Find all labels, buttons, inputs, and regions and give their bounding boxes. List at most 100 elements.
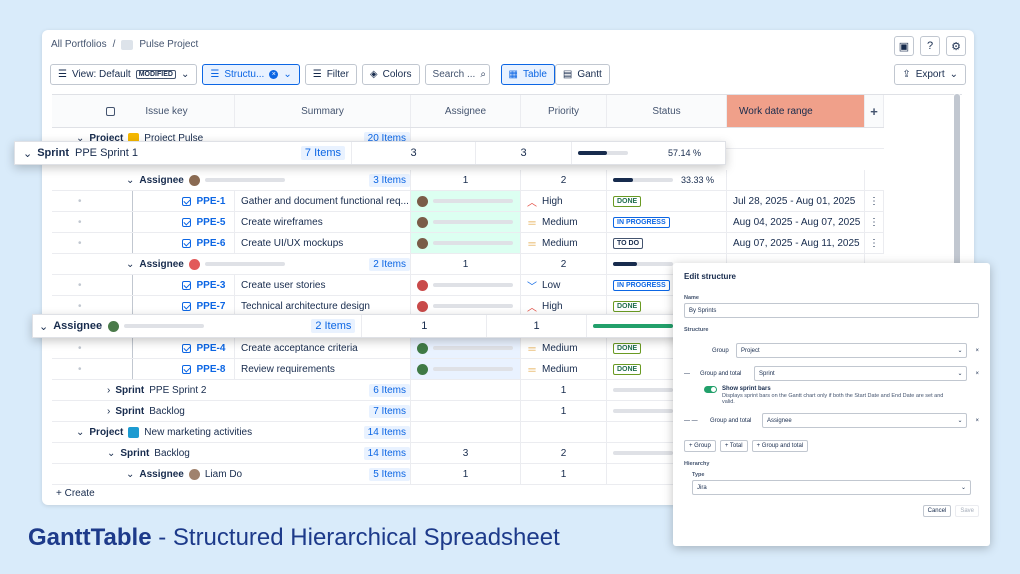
gantt-toggle[interactable]: ▤ Gantt: [554, 64, 610, 85]
column-issue-key[interactable]: Issue key: [145, 106, 187, 117]
issue-key[interactable]: PPE-1: [197, 196, 226, 207]
issue-key[interactable]: PPE-5: [197, 217, 226, 228]
add-group-total-button[interactable]: + Group and total: [751, 440, 809, 452]
table-row[interactable]: • PPE-6 Create UI/UX mockups ＝ Medium TO D…: [52, 233, 884, 254]
chevron-down-icon[interactable]: ⌄: [76, 427, 84, 438]
issue-summary[interactable]: Gather and document functional req...: [235, 191, 411, 211]
name-field[interactable]: By Sprints: [684, 303, 979, 318]
colors-button[interactable]: ◈ Colors: [361, 64, 420, 85]
column-priority[interactable]: Priority: [521, 95, 607, 127]
drag-handle[interactable]: •: [78, 217, 82, 228]
add-column-button[interactable]: +: [865, 95, 884, 127]
search-icon: ⌕: [480, 69, 486, 80]
assignee-total: 3: [352, 142, 476, 164]
issue-key[interactable]: PPE-3: [197, 280, 226, 291]
table-toggle[interactable]: ▦ Table: [500, 64, 555, 85]
add-total-button[interactable]: + Total: [719, 440, 748, 452]
search-input[interactable]: Search ... ⌕: [424, 64, 490, 85]
priority-label[interactable]: High: [542, 301, 563, 312]
add-group-button[interactable]: + Group: [684, 440, 716, 452]
priority-label[interactable]: Low: [542, 280, 560, 291]
priority-label[interactable]: Medium: [542, 217, 578, 228]
chevron-down-icon: ⌄: [180, 69, 190, 80]
row-menu-icon[interactable]: ⋮: [865, 212, 884, 232]
issue-summary[interactable]: Create acceptance criteria: [235, 338, 411, 358]
chevron-down-icon[interactable]: ⌄: [126, 469, 134, 480]
filter-button[interactable]: ☰ Filter: [304, 64, 357, 85]
status-badge[interactable]: DONE: [613, 342, 642, 354]
work-date-range[interactable]: Aug 07, 2025 - Aug 11, 2025: [727, 233, 865, 253]
type-select[interactable]: Jira ⌄: [692, 480, 971, 495]
table-row[interactable]: • PPE-5 Create wireframes ＝ Medium IN PROG…: [52, 212, 884, 233]
issue-summary[interactable]: Review requirements: [235, 359, 411, 379]
gear-icon[interactable]: ⚙: [946, 36, 966, 56]
create-button[interactable]: + Create: [56, 488, 95, 499]
issue-key[interactable]: PPE-6: [197, 238, 226, 249]
remove-icon[interactable]: ×: [975, 348, 979, 354]
chevron-right-icon[interactable]: ›: [107, 406, 110, 417]
drag-handle[interactable]: •: [78, 196, 82, 207]
drag-handle[interactable]: •: [78, 280, 82, 291]
chevron-right-icon[interactable]: ›: [107, 385, 110, 396]
chevron-down-icon[interactable]: ⌄: [126, 259, 134, 270]
drag-handle[interactable]: •: [78, 364, 82, 375]
status-badge[interactable]: DONE: [613, 363, 642, 375]
work-date-range[interactable]: Aug 04, 2025 - Aug 07, 2025: [727, 212, 865, 232]
work-date-range[interactable]: Jul 28, 2025 - Aug 01, 2025: [727, 191, 865, 211]
issue-key[interactable]: PPE-7: [197, 301, 226, 312]
issue-summary[interactable]: Technical architecture design: [235, 296, 411, 316]
structure-dropdown[interactable]: ☰ Structu... × ⌄: [202, 64, 300, 85]
level-select[interactable]: Project ⌄: [736, 343, 968, 358]
select-all-checkbox[interactable]: [106, 106, 116, 116]
priority-label[interactable]: High: [542, 196, 563, 207]
status-badge[interactable]: TO DO: [613, 237, 644, 249]
export-icon: ⇪: [902, 69, 911, 80]
table-row[interactable]: ⌄ Assignee 3 Items 1 2 33.33 %: [52, 170, 884, 191]
column-work-date-range[interactable]: Work date range: [727, 95, 865, 127]
priority-label[interactable]: Medium: [542, 364, 578, 375]
floating-assignee-row[interactable]: ⌄ Assignee 2 Items 1 1: [32, 314, 688, 338]
status-badge[interactable]: IN PROGRESS: [613, 216, 670, 228]
issue-summary[interactable]: Create wireframes: [235, 212, 411, 232]
help-icon[interactable]: ?: [920, 36, 940, 56]
level-select[interactable]: Sprint ⌄: [754, 366, 968, 381]
name-placeholder: [433, 241, 513, 245]
status-badge[interactable]: DONE: [613, 195, 642, 207]
column-status[interactable]: Status: [607, 95, 727, 127]
drag-handle[interactable]: •: [78, 238, 82, 249]
remove-icon[interactable]: ×: [975, 371, 979, 377]
chevron-down-icon[interactable]: ⌄: [23, 147, 32, 160]
screen-icon[interactable]: ▣: [894, 36, 914, 56]
status-badge[interactable]: DONE: [613, 300, 642, 312]
column-summary[interactable]: Summary: [235, 95, 411, 127]
drag-handle[interactable]: •: [78, 343, 82, 354]
save-button[interactable]: Save: [955, 505, 979, 517]
remove-icon[interactable]: ×: [975, 418, 979, 424]
drag-handle[interactable]: •: [78, 301, 82, 312]
chevron-down-icon[interactable]: ⌄: [39, 320, 48, 333]
floating-sprint-row[interactable]: ⌄ Sprint PPE Sprint 1 7 Items 3 3 57.14 %: [14, 141, 726, 165]
breadcrumb-project[interactable]: Pulse Project: [139, 39, 198, 50]
chevron-down-icon[interactable]: ⌄: [126, 175, 134, 186]
issue-summary[interactable]: Create user stories: [235, 275, 411, 295]
column-assignee[interactable]: Assignee: [411, 95, 521, 127]
level-select[interactable]: Assignee ⌄: [762, 413, 968, 428]
level-value: Sprint: [759, 370, 775, 377]
priority-label[interactable]: Medium: [542, 343, 578, 354]
row-menu-icon[interactable]: ⋮: [865, 191, 884, 211]
view-dropdown[interactable]: ☰ View: Default MODIFIED ⌄: [50, 64, 198, 85]
export-button[interactable]: ⇪ Export ⌄: [894, 64, 966, 85]
chevron-down-icon[interactable]: ⌄: [107, 448, 115, 459]
priority-label[interactable]: Medium: [542, 238, 578, 249]
level-value: Assignee: [767, 417, 792, 424]
status-badge[interactable]: IN PROGRESS: [613, 279, 670, 291]
clear-icon[interactable]: ×: [269, 70, 279, 79]
row-menu-icon[interactable]: ⋮: [865, 233, 884, 253]
sprint-bars-toggle[interactable]: [704, 386, 717, 393]
issue-key[interactable]: PPE-8: [197, 364, 226, 375]
issue-key[interactable]: PPE-4: [197, 343, 226, 354]
breadcrumb-root[interactable]: All Portfolios: [51, 39, 107, 50]
cancel-button[interactable]: Cancel: [922, 505, 952, 517]
table-row[interactable]: • PPE-1 Gather and document functional re…: [52, 191, 884, 212]
issue-summary[interactable]: Create UI/UX mockups: [235, 233, 411, 253]
